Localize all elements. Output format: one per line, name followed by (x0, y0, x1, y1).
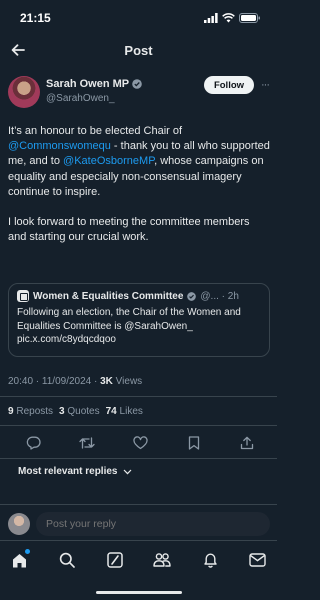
likes-label: Likes (119, 406, 143, 417)
share-button[interactable] (238, 434, 256, 452)
quoted-author-name: Women & Equalities Committee (33, 290, 184, 302)
status-bar: 21:15 (0, 0, 277, 36)
home-icon (12, 553, 26, 567)
author-name-row: Sarah Owen MP (46, 78, 142, 90)
reply-button[interactable] (24, 434, 42, 452)
communities-icon (153, 553, 172, 567)
signal-icon (204, 13, 218, 23)
replies-sort-dropdown[interactable]: Most relevant replies (18, 466, 132, 477)
nav-messages[interactable] (249, 551, 267, 569)
user-avatar (8, 513, 30, 535)
notifications-icon (203, 553, 217, 568)
tweet-text-segment: It’s an honour to be elected Chair of (8, 125, 183, 137)
quotes-stat[interactable]: 3 Quotes (59, 406, 100, 417)
mention-link[interactable]: @Commonswomequ (8, 140, 111, 152)
divider (0, 396, 277, 397)
quotes-label: Quotes (67, 406, 100, 417)
divider (0, 425, 277, 426)
reply-preview-peek (0, 494, 277, 504)
verified-badge-icon (132, 79, 142, 89)
battery-icon (239, 13, 260, 23)
nav-notifications[interactable] (201, 551, 219, 569)
tweet-text: It’s an honour to be elected Chair of @C… (8, 124, 270, 260)
bookmark-icon (188, 436, 199, 450)
share-icon (240, 436, 254, 450)
reply-composer (0, 504, 277, 540)
nav-row (10, 549, 267, 569)
quoted-post-header: Women & Equalities Committee @... · 2h (17, 290, 261, 302)
search-icon (59, 552, 75, 568)
like-button[interactable] (131, 434, 149, 452)
likes-stat[interactable]: 74 Likes (106, 406, 143, 417)
post-timestamp: 20:40 · 11/09/2024 · 3K Views (8, 376, 142, 387)
views-count: 3K (100, 376, 113, 387)
messages-icon (249, 553, 267, 567)
divider (0, 458, 277, 459)
quoted-meta: @... · 2h (200, 290, 239, 302)
author-avatar[interactable] (8, 76, 40, 108)
like-icon (132, 436, 148, 450)
chevron-down-icon (124, 469, 132, 474)
quoted-post-text: Following an election, the Chair of the … (17, 307, 241, 345)
post-stats: 9 Reposts 3 Quotes 74 Likes (8, 406, 143, 417)
author-name[interactable]: Sarah Owen MP (46, 78, 129, 90)
reposts-stat[interactable]: 9 Reposts (8, 406, 53, 417)
replies-sort-label: Most relevant replies (18, 466, 118, 477)
nav-home[interactable] (10, 549, 30, 569)
grok-icon (106, 552, 123, 568)
views-label: Views (112, 376, 143, 387)
reposts-label: Reposts (16, 406, 54, 417)
nav-grok[interactable] (106, 551, 124, 569)
quoted-post[interactable]: Women & Equalities Committee @... · 2h F… (8, 283, 270, 357)
page-title: Post (124, 42, 153, 58)
likes-count: 74 (105, 406, 117, 417)
tweet-paragraph-2: I look forward to meeting the committee … (8, 216, 250, 244)
timestamp-text: 20:40 · 11/09/2024 · (8, 376, 101, 387)
repost-button[interactable] (78, 434, 96, 452)
quotes-count: 3 (59, 406, 65, 417)
repost-icon (78, 437, 95, 449)
status-time: 21:15 (20, 11, 51, 25)
home-indicator (96, 591, 182, 594)
mention-link[interactable]: @KateOsborneMP (63, 155, 154, 167)
tweet-paragraph-1: It’s an honour to be elected Chair of @C… (8, 124, 270, 200)
nav-communities[interactable] (153, 551, 172, 569)
back-button[interactable] (6, 38, 30, 62)
nav-search[interactable] (58, 551, 76, 569)
back-arrow-icon (11, 44, 25, 56)
follow-button[interactable]: Follow (204, 76, 254, 94)
bottom-navigation (0, 540, 277, 600)
tweet-author: Sarah Owen MP @SarahOwen_ Follow ··· (8, 76, 272, 112)
reply-input[interactable] (36, 512, 270, 536)
notification-dot (25, 549, 30, 554)
wifi-icon (222, 13, 235, 23)
status-icons (204, 13, 261, 23)
reply-icon (26, 436, 41, 450)
top-header: Post (0, 36, 277, 64)
quoted-avatar (17, 290, 29, 302)
action-bar (24, 434, 256, 452)
reposts-count: 9 (8, 406, 14, 417)
more-options-icon[interactable]: ··· (258, 77, 272, 93)
verified-badge-icon (187, 291, 197, 301)
author-handle[interactable]: @SarahOwen_ (46, 93, 115, 104)
bookmark-button[interactable] (185, 434, 203, 452)
